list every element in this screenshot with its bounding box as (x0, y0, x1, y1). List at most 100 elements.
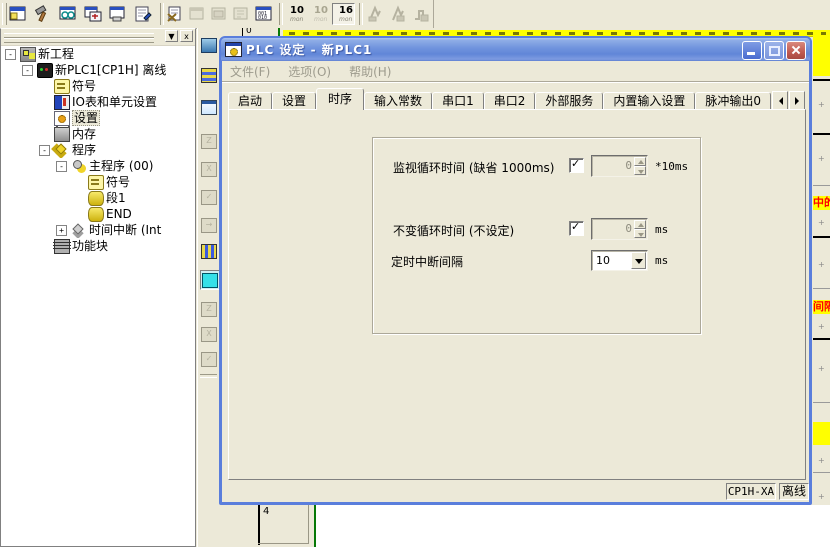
watch-window-icon[interactable] (56, 2, 80, 26)
expander-icon[interactable]: - (56, 161, 67, 172)
check-gray-icon[interactable]: ✓ (200, 188, 218, 206)
fixed-cycle-checkbox[interactable]: ✓ (569, 221, 584, 236)
tree-item-memory[interactable]: 内存 (1, 126, 195, 142)
workspace-close-button[interactable]: x (180, 30, 193, 42)
workspace-menu-button[interactable]: ▼ (165, 30, 178, 42)
timing-tab-panel: 监视循环时间 (缺省 1000ms) ✓ 0 *10ms 不变循环时间 (不设定… (228, 109, 806, 480)
hex-monitor-button[interactable]: 16mon (332, 3, 355, 25)
menu-file[interactable]: 文件(F) (230, 63, 270, 80)
tree-item-programs[interactable]: -程序 (1, 142, 195, 158)
project-icon (20, 47, 36, 62)
timer-interrupt-combobox[interactable]: 10 (591, 250, 648, 271)
monitor-icon[interactable] (363, 2, 386, 26)
ladder-rung-line (813, 133, 830, 135)
ladder-cursor (314, 505, 316, 547)
tab-scroll-right-button[interactable] (789, 91, 805, 110)
maximize-button[interactable] (764, 41, 784, 60)
close-button[interactable] (786, 41, 806, 60)
tab-peripheral-service[interactable]: 外部服务 (535, 92, 603, 110)
tree-item-symbols[interactable]: 符号 (1, 78, 195, 94)
layers-icon[interactable] (200, 66, 218, 84)
tree-item-end[interactable]: END (1, 206, 195, 222)
tree-item-project[interactable]: -新工程 (1, 46, 195, 62)
differential-monitor-icon[interactable] (409, 2, 432, 26)
monitor-gray-1-icon[interactable]: Z (200, 300, 218, 318)
expander-icon[interactable]: + (56, 225, 67, 236)
ladder-rung-line (813, 236, 830, 238)
cross-gray-icon[interactable]: X (200, 160, 218, 178)
main-toolbar: 001010 10mon 10mon 16mon (0, 0, 830, 29)
watch-cycle-label: 监视循环时间 (缺省 1000ms) (393, 159, 554, 176)
settings-icon (54, 111, 70, 126)
expander-icon[interactable]: - (39, 145, 50, 156)
watch-cycle-spinner[interactable]: 0 (591, 155, 648, 177)
memory-bars-icon[interactable] (200, 242, 218, 260)
menu-help[interactable]: 帮助(H) (349, 63, 391, 80)
project-tree: -新工程 -新PLC1[CP1H] 离线 符号 IO表和单元设置 设置 内存 -… (1, 46, 195, 254)
tab-input-constant[interactable]: 输入常数 (364, 92, 432, 110)
expander-icon[interactable]: - (5, 49, 16, 60)
properties-icon[interactable] (131, 2, 155, 26)
fixed-cycle-spinner[interactable]: 0 (591, 218, 648, 240)
spin-up-button[interactable] (634, 157, 646, 166)
tab-settings[interactable]: 设置 (272, 92, 316, 110)
side-toolbar: Z X ✓ → Z X ✓ (197, 28, 220, 547)
main-program-icon (71, 159, 85, 172)
menu-options[interactable]: 选项(O) (288, 63, 331, 80)
tree-item-symbols2[interactable]: 符号 (1, 174, 195, 190)
dialog-titlebar[interactable]: PLC 设定 - 新PLC1 (221, 38, 810, 61)
monitor-gray-3-icon[interactable]: ✓ (200, 350, 218, 368)
memory-icon (54, 127, 70, 142)
tab-builtin-input[interactable]: 内置输入设置 (603, 92, 695, 110)
tree-item-section1[interactable]: 段1 (1, 190, 195, 206)
tab-timing[interactable]: 时序 (316, 88, 364, 110)
status-device-type: CP1H-XA (726, 483, 776, 500)
ladder-grid-line (813, 402, 830, 403)
transfer-icon[interactable] (230, 2, 252, 26)
tab-pulse-output0[interactable]: 脉冲输出0 (695, 92, 771, 110)
interrupt-icon (71, 223, 85, 236)
build-hammer-icon[interactable] (31, 2, 55, 26)
jump-gray-icon[interactable]: → (200, 216, 218, 234)
minimize-button[interactable] (742, 41, 762, 60)
watch-sheet-icon[interactable] (200, 36, 218, 54)
rung-number: 4 (263, 506, 269, 517)
pause-monitor-icon[interactable] (386, 2, 409, 26)
binary-view-icon[interactable]: 001010 (252, 2, 276, 26)
signed-decimal-monitor-button[interactable]: 10mon (308, 3, 331, 25)
tab-serial2[interactable]: 串口2 (484, 92, 536, 110)
tab-scroll-left-button[interactable] (772, 91, 788, 110)
side-toolbar-separator (200, 374, 217, 378)
ladder-highlight (813, 422, 830, 445)
tree-item-main-program[interactable]: -主程序 (00) (1, 158, 195, 174)
workspace-grip[interactable] (4, 38, 154, 43)
tree-item-plc[interactable]: -新PLC1[CP1H] 离线 (1, 62, 195, 78)
expander-icon[interactable]: - (22, 65, 33, 76)
cross-reference-icon[interactable] (81, 2, 105, 26)
view-window-icon[interactable] (6, 2, 30, 26)
dialog-title: PLC 设定 - 新PLC1 (246, 41, 372, 58)
io-table-grid-icon[interactable] (200, 98, 218, 116)
address-reference-icon[interactable] (106, 2, 130, 26)
plc-settings-active-icon[interactable] (200, 270, 220, 290)
tree-item-settings[interactable]: 设置 (1, 110, 195, 126)
tab-startup[interactable]: 启动 (228, 92, 272, 110)
watch-cycle-checkbox[interactable]: ✓ (569, 158, 584, 173)
dialog-menubar: 文件(F) 选项(O) 帮助(H) (222, 61, 809, 82)
tree-item-function-block[interactable]: 功能块 (1, 238, 195, 254)
decimal-monitor-button[interactable]: 10mon (284, 3, 307, 25)
online-edit-icon[interactable] (208, 2, 230, 26)
ladder-editor-right-strip: + + 中的 + + 间隔 + + + + (813, 36, 830, 505)
program-check-icon[interactable] (186, 2, 208, 26)
combo-dropdown-button[interactable] (631, 252, 646, 269)
spin-up-button[interactable] (634, 220, 646, 229)
tab-serial1[interactable]: 串口1 (432, 92, 484, 110)
tree-item-interrupt[interactable]: +时间中断 (Int (1, 222, 195, 238)
timer-interrupt-unit: ms (655, 254, 668, 267)
spin-down-button[interactable] (634, 166, 646, 175)
spin-down-button[interactable] (634, 229, 646, 238)
compile-icon[interactable] (164, 2, 186, 26)
tree-item-io-table[interactable]: IO表和单元设置 (1, 94, 195, 110)
symbols-gray-icon[interactable]: Z (200, 132, 218, 150)
monitor-gray-2-icon[interactable]: X (200, 325, 218, 343)
